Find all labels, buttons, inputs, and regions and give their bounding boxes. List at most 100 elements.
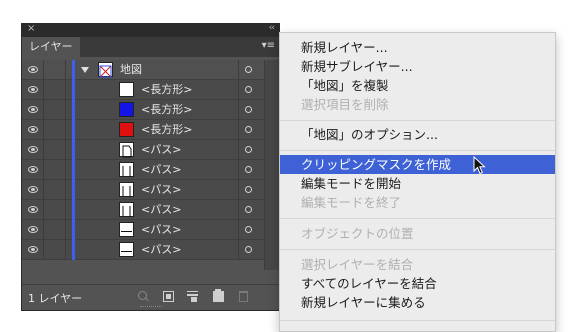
eye-icon (28, 166, 38, 173)
eye-icon (28, 106, 38, 113)
target-circle-icon[interactable] (245, 246, 252, 253)
tab-layers[interactable]: レイヤー (22, 37, 80, 57)
layer-item-row[interactable]: <パス> (22, 200, 279, 220)
target-circle-icon[interactable] (245, 86, 252, 93)
row-divider (238, 120, 239, 140)
lock-toggle[interactable] (44, 140, 66, 160)
layer-count: 1 レイヤー (28, 292, 83, 305)
layer-color-bar (72, 100, 75, 120)
layer-item-row[interactable]: <長方形> (22, 100, 279, 120)
layer-item-row[interactable]: <パス> (22, 240, 279, 260)
item-label: <パス> (141, 143, 182, 156)
visibility-toggle[interactable] (22, 180, 44, 200)
item-label: <パス> (141, 163, 182, 176)
layer-name: 地図 (120, 63, 142, 76)
menu-item-layer-options[interactable]: 「地図」のオプション... (280, 125, 555, 144)
lock-toggle[interactable] (44, 240, 66, 260)
menu-item-merge-selected[interactable]: 選択レイヤーを結合 (280, 255, 555, 274)
visibility-toggle[interactable] (22, 120, 44, 140)
new-sublayer-icon[interactable] (187, 291, 198, 302)
new-layer-icon[interactable] (213, 289, 224, 302)
menu-item-enter-isolation-mode[interactable]: 編集モードを開始 (280, 174, 555, 193)
row-divider (238, 80, 239, 100)
trash-icon[interactable] (239, 291, 248, 302)
panel-footer: 1 レイヤー (22, 284, 279, 310)
target-circle-icon[interactable] (245, 66, 252, 73)
menu-item-flatten-artwork[interactable]: すべてのレイヤーを結合 (280, 274, 555, 293)
layer-list: 地図 <長方形> <長方形> <長方形> <パス> <パス> <パス> <パス>… (22, 60, 279, 260)
visibility-toggle[interactable] (22, 160, 44, 180)
disclosure-triangle-icon[interactable] (81, 67, 89, 73)
collapse-icon[interactable]: ‹‹ (269, 23, 275, 33)
menu-separator (280, 218, 555, 219)
layer-item-row[interactable]: <パス> (22, 140, 279, 160)
row-divider (238, 60, 239, 80)
lock-toggle[interactable] (44, 200, 66, 220)
layer-list-scrollbar[interactable] (264, 60, 279, 270)
layer-item-row[interactable]: <長方形> (22, 80, 279, 100)
layer-item-row[interactable]: <長方形> (22, 120, 279, 140)
eye-icon (28, 86, 38, 93)
layers-panel-menu: 新規レイヤー... 新規サブレイヤー... 「地図」を複製 選択項目を削除 「地… (279, 32, 556, 332)
target-circle-icon[interactable] (245, 106, 252, 113)
visibility-toggle[interactable] (22, 100, 44, 120)
item-label: <長方形> (141, 83, 193, 96)
menu-item-new-sublayer[interactable]: 新規サブレイヤー... (280, 57, 555, 76)
lock-toggle[interactable] (44, 160, 66, 180)
eye-icon (28, 126, 38, 133)
panel-menu-icon[interactable]: ▾≡ (262, 41, 275, 51)
layer-color-bar (72, 140, 75, 160)
item-thumbnail (119, 102, 134, 117)
panel-titlebar: × ‹‹ (22, 23, 279, 37)
layer-color-bar (72, 200, 75, 220)
close-icon[interactable]: × (27, 23, 35, 34)
layer-color-bar (72, 120, 75, 140)
locate-object-icon[interactable] (138, 291, 147, 300)
layer-color-bar (72, 220, 75, 240)
lock-toggle[interactable] (44, 60, 66, 80)
target-circle-icon[interactable] (245, 146, 252, 153)
lock-toggle[interactable] (44, 120, 66, 140)
make-clipping-mask-icon[interactable] (163, 291, 174, 302)
target-circle-icon[interactable] (245, 126, 252, 133)
visibility-toggle[interactable] (22, 80, 44, 100)
visibility-toggle[interactable] (22, 220, 44, 240)
eye-icon (28, 146, 38, 153)
lock-toggle[interactable] (44, 180, 66, 200)
menu-item-exit-isolation-mode[interactable]: 編集モードを終了 (280, 193, 555, 212)
menu-item-duplicate[interactable]: 「地図」を複製 (280, 76, 555, 95)
menu-separator (280, 150, 555, 151)
row-divider (238, 160, 239, 180)
eye-icon (28, 226, 38, 233)
menu-separator (280, 120, 555, 121)
lock-toggle[interactable] (44, 80, 66, 100)
visibility-toggle[interactable] (22, 140, 44, 160)
resize-grip-icon[interactable] (140, 306, 162, 309)
layer-item-row[interactable]: <パス> (22, 160, 279, 180)
lock-toggle[interactable] (44, 100, 66, 120)
target-circle-icon[interactable] (245, 166, 252, 173)
eye-icon (28, 186, 38, 193)
eye-icon (28, 246, 38, 253)
row-divider (238, 180, 239, 200)
layer-item-row[interactable]: <パス> (22, 180, 279, 200)
menu-item-make-clipping-mask[interactable]: クリッピングマスクを作成 (280, 155, 555, 174)
target-circle-icon[interactable] (245, 226, 252, 233)
visibility-toggle[interactable] (22, 240, 44, 260)
visibility-toggle[interactable] (22, 60, 44, 80)
menu-item-new-layer[interactable]: 新規レイヤー... (280, 38, 555, 57)
lock-toggle[interactable] (44, 220, 66, 240)
layer-color-bar (72, 160, 75, 180)
layer-item-row[interactable]: <パス> (22, 220, 279, 240)
item-thumbnail (119, 162, 134, 177)
target-circle-icon[interactable] (245, 206, 252, 213)
layer-row-map[interactable]: 地図 (22, 60, 279, 80)
target-circle-icon[interactable] (245, 186, 252, 193)
visibility-toggle[interactable] (22, 200, 44, 220)
menu-item-locate-object[interactable]: オブジェクトの位置 (280, 224, 555, 243)
menu-item-delete-selection[interactable]: 選択項目を削除 (280, 95, 555, 114)
item-label: <パス> (141, 203, 182, 216)
menu-item-collect-in-new-layer[interactable]: 新規レイヤーに集める (280, 293, 555, 312)
item-thumbnail (119, 182, 134, 197)
item-label: <長方形> (141, 103, 193, 116)
